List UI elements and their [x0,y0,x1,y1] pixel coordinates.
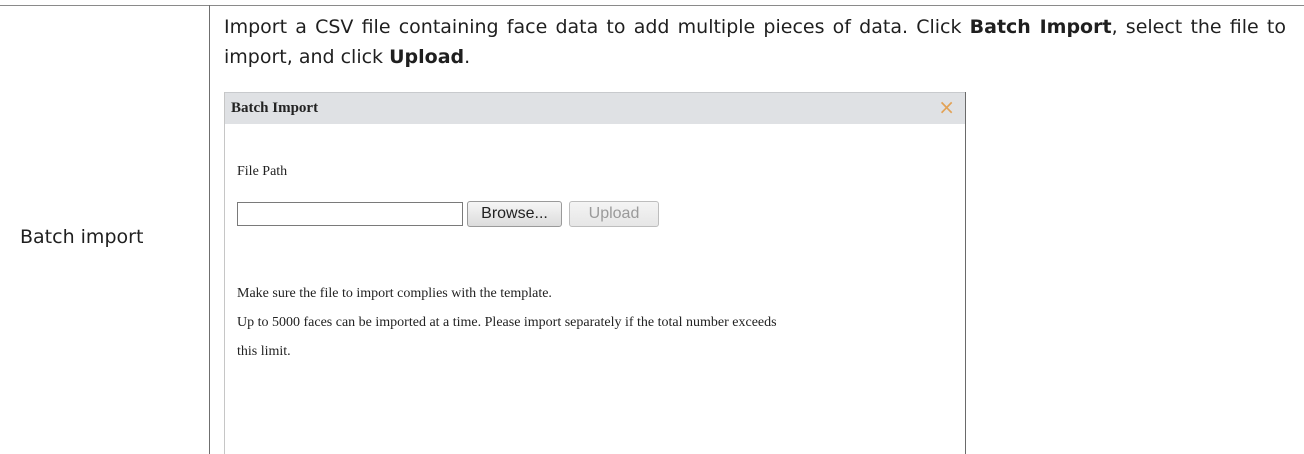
limit-note: Up to 5000 faces can be imported at a ti… [237,315,777,330]
description-text-3: . [464,46,471,68]
description-text-1: Import a CSV file containing face data t… [224,16,970,38]
browse-button[interactable]: Browse... [467,201,562,227]
dialog-header: Batch Import × [225,92,965,124]
table-column-divider [209,5,210,454]
close-icon[interactable]: × [938,95,955,119]
description-bold-upload: Upload [389,46,465,68]
file-path-input[interactable] [237,202,463,226]
upload-button[interactable]: Upload [569,201,659,227]
file-path-label: File Path [237,164,288,179]
dialog-title: Batch Import [231,100,319,116]
row-label: Batch import [20,226,144,248]
table-top-border [0,5,1304,6]
batch-import-dialog: Batch Import × File Path Browse... Uploa… [224,92,966,454]
description-paragraph: Import a CSV file containing face data t… [224,12,1286,72]
template-note: Make sure the file to import complies wi… [237,286,552,301]
description-bold-batch-import: Batch Import [969,16,1112,38]
limit-note-continued: this limit. [237,344,291,359]
